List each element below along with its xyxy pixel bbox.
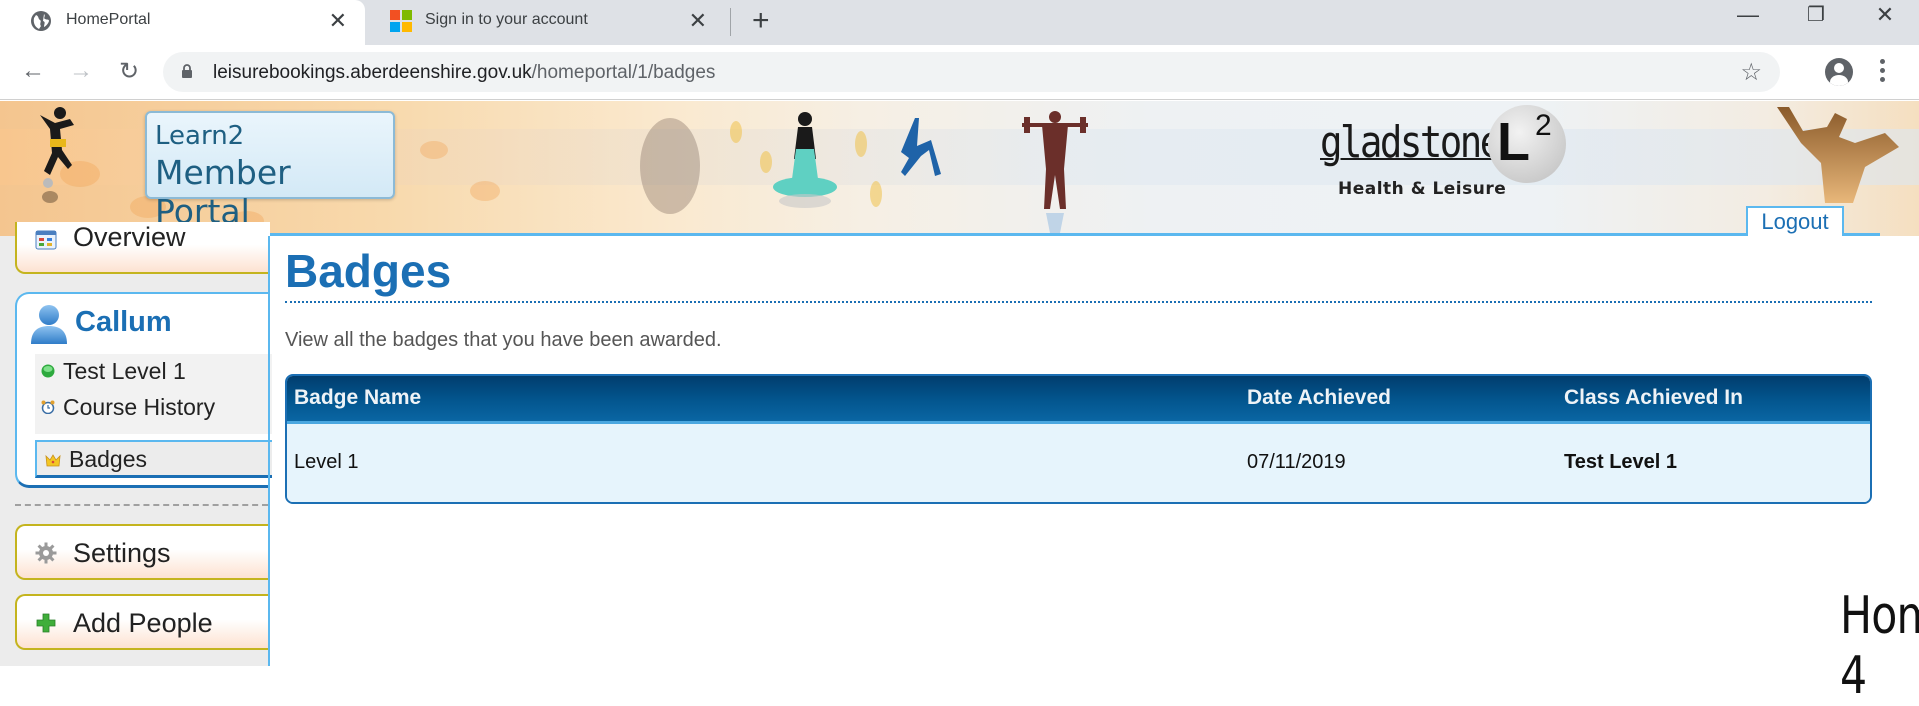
footballer-silhouette-icon [40, 107, 74, 203]
homeportal-version-watermark: HomePortal 4 [1840, 586, 1919, 706]
sidebar-item-label: Settings [73, 538, 171, 568]
address-bar[interactable]: leisurebookings.aberdeenshire.gov.uk/hom… [163, 52, 1780, 92]
cell-class-achieved-in: Test Level 1 [1564, 451, 1678, 473]
brand-mark-superscript: 2 [1535, 109, 1552, 142]
lock-icon [182, 64, 192, 78]
page-title: Badges [285, 245, 452, 297]
cell-badge-name: Level 1 [294, 451, 359, 473]
restore-button[interactable]: ❐ [1791, 2, 1841, 27]
runner-silhouette-icon [640, 118, 700, 214]
sidebar: Overview Callum Test Level 1 Course Hist… [0, 222, 272, 666]
sidebar-item-label: Badges [69, 446, 148, 472]
yoga-silhouette-icon [773, 112, 837, 208]
cell-date-achieved: 07/11/2019 [1247, 451, 1346, 473]
forward-button[interactable]: → [66, 57, 96, 85]
sidebar-item-settings[interactable]: Settings [15, 524, 270, 580]
sidebar-item-badges[interactable]: Badges [35, 440, 272, 478]
close-tab-icon[interactable]: ✕ [329, 8, 347, 34]
browser-tab-strip: HomePortal ✕ Sign in to your account ✕ +… [0, 0, 1919, 45]
learn2-logo: Learn2 Member Portal [145, 111, 395, 231]
sidebar-item-overview[interactable]: Overview [15, 222, 270, 274]
close-tab-icon[interactable]: ✕ [689, 8, 707, 34]
profile-avatar-icon[interactable] [1825, 58, 1853, 86]
person-links: Test Level 1 Course History [35, 354, 272, 434]
green-status-dot-icon [41, 364, 55, 378]
snowboarder-silhouette-icon [1777, 107, 1899, 203]
url-host: leisurebookings.aberdeenshire.gov.uk [213, 62, 532, 83]
browser-toolbar: ← → ↻ leisurebookings.aberdeenshire.gov.… [0, 45, 1919, 100]
sidebar-item-test-level-1[interactable]: Test Level 1 [41, 358, 186, 385]
new-tab-button[interactable]: + [752, 4, 770, 38]
sidebar-item-label: Test Level 1 [63, 358, 186, 384]
table-header: Badge Name Date Achieved Class Achieved … [287, 376, 1870, 424]
url-text: leisurebookings.aberdeenshire.gov.uk/hom… [213, 62, 715, 84]
overview-grid-icon [35, 230, 57, 250]
logout-button[interactable]: Logout [1746, 206, 1844, 236]
banner-decoration [730, 121, 742, 143]
microsoft-logo-icon [390, 10, 412, 32]
back-button[interactable]: ← [18, 57, 48, 85]
gear-icon [35, 542, 57, 564]
banner-decoration [470, 181, 500, 201]
window-close-button[interactable]: ✕ [1860, 2, 1910, 28]
banner-decoration [420, 141, 448, 159]
browser-menu-icon[interactable] [1880, 59, 1886, 86]
brand-name: gladstone [1320, 117, 1502, 168]
person-avatar-icon [31, 305, 67, 344]
tab-separator [730, 8, 731, 36]
crown-icon [45, 454, 61, 467]
site-banner: Learn2 Member Portal gladstone L 2 Healt… [0, 101, 1919, 236]
logo-line2: Member Portal [155, 153, 291, 231]
badges-table: Badge Name Date Achieved Class Achieved … [285, 374, 1872, 504]
person-name[interactable]: Callum [75, 306, 172, 339]
page-body: Overview Callum Test Level 1 Course Hist… [0, 222, 1919, 706]
banner-decoration [870, 181, 882, 207]
tab-title: Sign in to your account [425, 11, 588, 28]
alarm-clock-icon [41, 400, 55, 414]
title-divider [285, 301, 1872, 303]
sidebar-item-label: Overview [73, 222, 186, 252]
person-panel: Callum Test Level 1 Course History Badge… [15, 292, 272, 488]
tab-sign-in[interactable]: Sign in to your account ✕ [375, 0, 725, 45]
bookmark-star-icon[interactable]: ☆ [1740, 58, 1762, 87]
stretching-silhouette-icon [901, 118, 941, 176]
main-content: Badges View all the badges that you have… [270, 236, 1919, 706]
weightlifter-silhouette-icon [1022, 111, 1088, 233]
minimize-button[interactable]: — [1723, 2, 1773, 28]
page-description: View all the badges that you have been a… [285, 329, 722, 351]
sidebar-divider [15, 504, 268, 506]
globe-icon [31, 11, 51, 31]
sidebar-item-label: Course History [63, 394, 216, 420]
banner-decoration [855, 131, 867, 157]
plus-icon [36, 613, 56, 633]
reload-button[interactable]: ↻ [114, 57, 144, 86]
brand-subtitle: Health & Leisure [1338, 179, 1507, 199]
sidebar-item-course-history[interactable]: Course History [41, 394, 215, 421]
brand-mark: L [1497, 112, 1530, 172]
column-header-date-achieved: Date Achieved [1247, 386, 1391, 409]
table-row: Level 1 07/11/2019 Test Level 1 [287, 424, 1870, 502]
tab-homeportal[interactable]: HomePortal ✕ [0, 0, 365, 45]
logo-line1: Learn2 [155, 121, 245, 151]
sidebar-item-add-people[interactable]: Add People [15, 594, 270, 650]
column-header-badge-name: Badge Name [294, 386, 422, 409]
tab-title: HomePortal [66, 11, 151, 28]
url-path: /homeportal/1/badges [531, 62, 716, 83]
column-header-class-achieved-in: Class Achieved In [1564, 386, 1743, 409]
sidebar-item-label: Add People [73, 608, 213, 638]
